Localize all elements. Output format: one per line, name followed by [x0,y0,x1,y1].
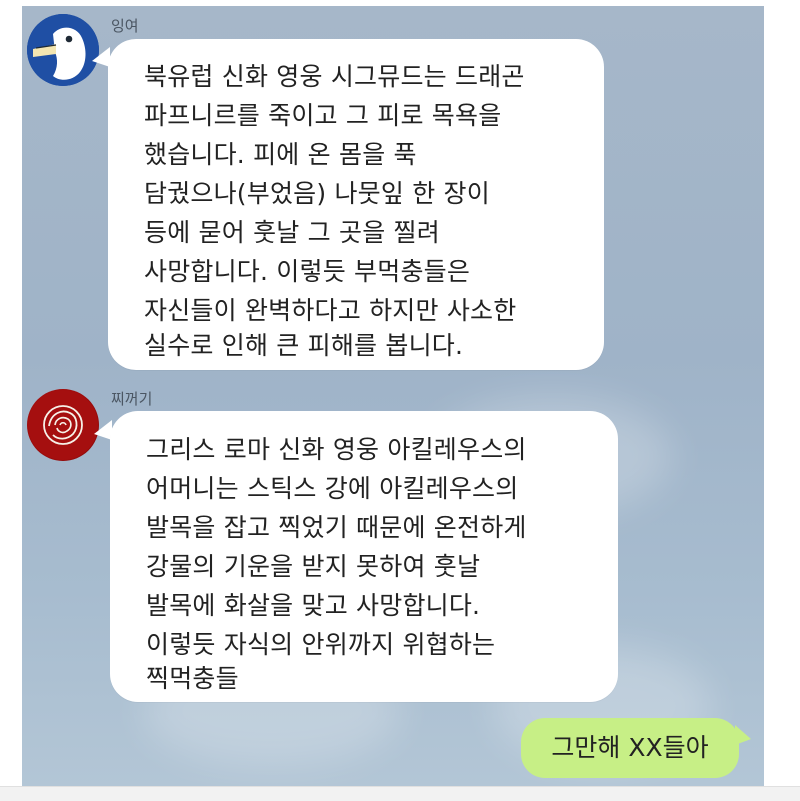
message-line: 이렇듯 자식의 안위까지 위협하는 [146,630,496,659]
message-line: 발목을 잡고 찍었기 때문에 온전하게 [146,513,527,542]
message-line: 찍먹충들 [146,664,239,693]
message-line: 북유럽 신화 영웅 시그뮤드는 드래곤 [144,62,525,91]
outgoing-message-bubble[interactable]: 그만해 XX들아 [521,718,739,778]
message-line: 했습니다. 피에 온 몸을 푹 [144,140,417,169]
bottom-border [0,786,800,801]
message-line: 자신들이 완벽하다고 하지만 사소한 [144,296,517,325]
duck-avatar[interactable] [27,14,99,86]
message-line: 어머니는 스틱스 강에 아킬레우스의 [146,474,519,503]
message-line: 그리스 로마 신화 영웅 아킬레우스의 [146,435,527,464]
incoming-message-bubble[interactable]: 북유럽 신화 영웅 시그뮤드는 드래곤 파프니르를 죽이고 그 피로 목욕을 했… [108,39,604,370]
incoming-message-bubble[interactable]: 그리스 로마 신화 영웅 아킬레우스의 어머니는 스틱스 강에 아킬레우스의 발… [110,411,618,702]
sender-name: 잉여 [111,17,139,35]
outgoing-bubble-tail [735,725,751,745]
message-line: 강물의 기운을 받지 못하여 훗날 [146,552,481,581]
red-rose-avatar[interactable] [27,389,99,461]
sender-name: 찌꺼기 [111,390,153,408]
message-line: 담궜으나(부었음) 나뭇잎 한 장이 [144,179,490,208]
message-line: 사망합니다. 이렇듯 부먹충들은 [144,257,471,286]
message-line: 발목에 화살을 맞고 사망합니다. [146,591,481,620]
message-line: 파프니르를 죽이고 그 피로 목욕을 [144,101,502,130]
rose-icon [28,390,98,460]
message-line: 실수로 인해 큰 피해를 봅니다. [144,331,464,360]
duck-icon [27,14,99,86]
reply-text: 그만해 XX들아 [551,733,709,762]
message-line: 등에 묻어 훗날 그 곳을 찔려 [144,218,440,247]
